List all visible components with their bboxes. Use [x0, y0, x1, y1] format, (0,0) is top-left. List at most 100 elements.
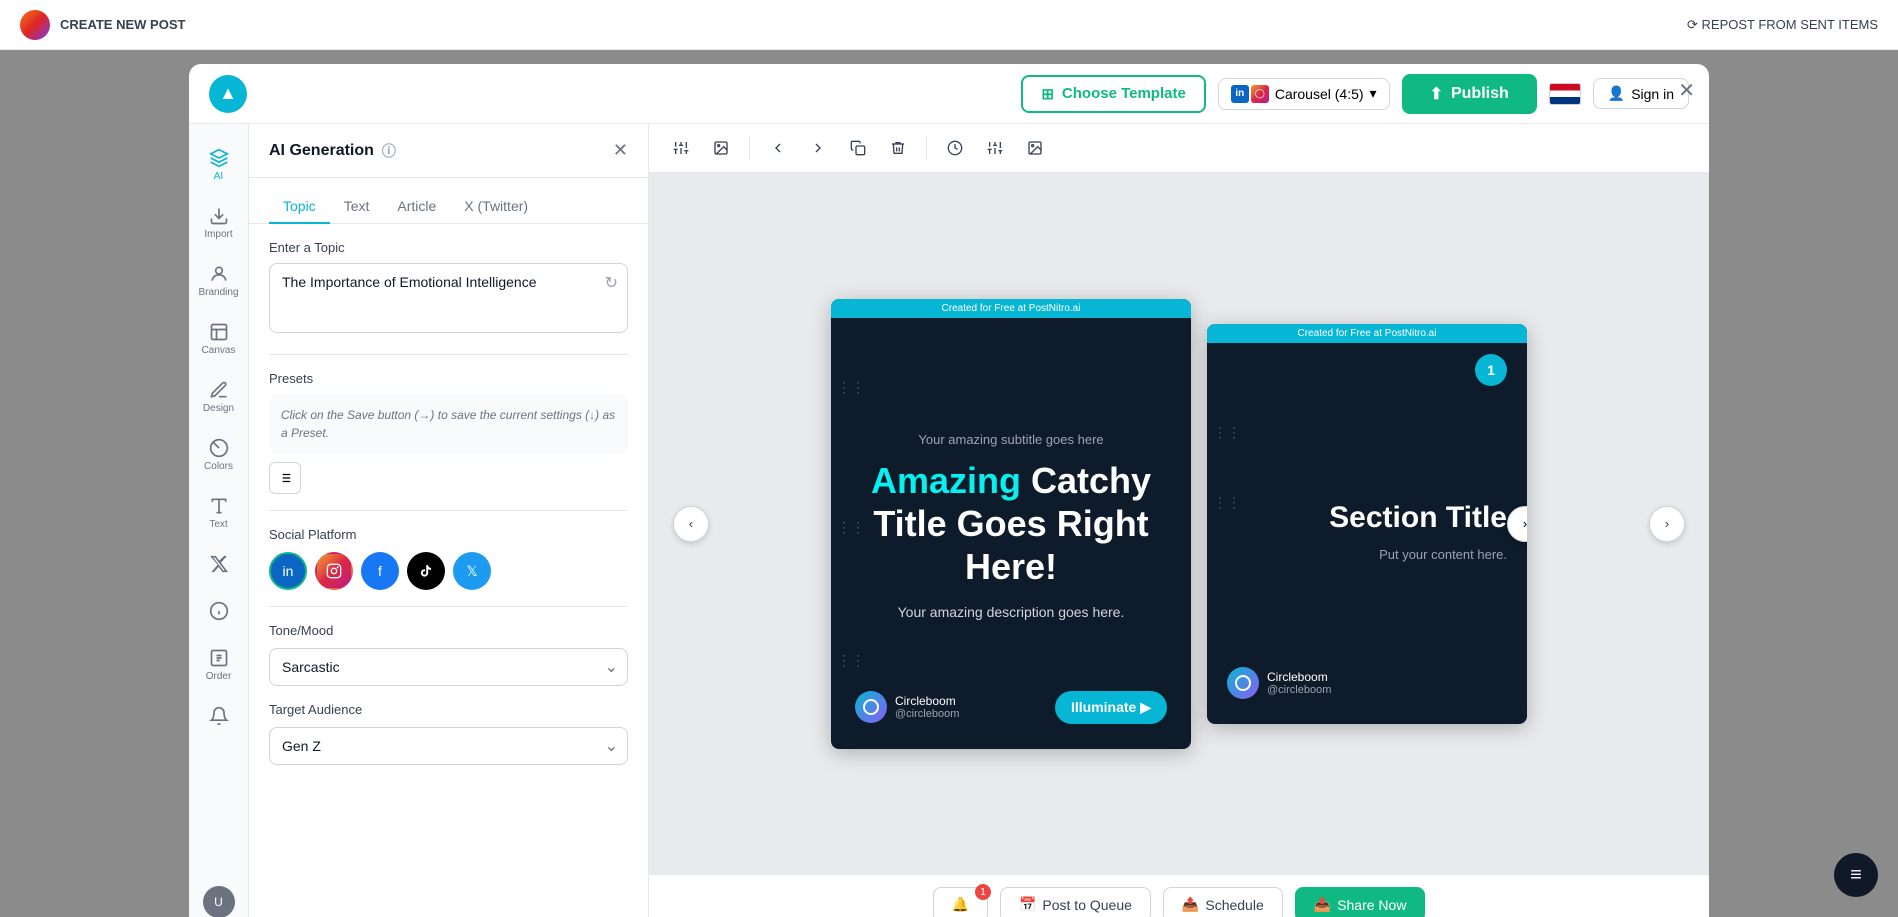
toolbar-settings-btn[interactable]: [979, 132, 1011, 164]
refresh-icon[interactable]: ↻: [605, 273, 618, 293]
topic-section: Enter a Topic ↻: [269, 240, 628, 338]
divider-1: [269, 354, 628, 355]
dot-handle-3[interactable]: ⋮⋮: [837, 652, 865, 669]
slide1-footer: Circleboom @circleboom Illuminate ▶: [855, 675, 1167, 724]
ai-panel-close[interactable]: ✕: [613, 140, 628, 161]
publish-icon: ⬆: [1430, 84, 1443, 104]
sidebar-item-info[interactable]: [193, 593, 245, 632]
brand-logo-inner-2: [1235, 675, 1251, 691]
slide-1[interactable]: Created for Free at PostNitro.ai ⋮⋮ Your…: [831, 299, 1191, 749]
tab-text[interactable]: Text: [330, 190, 384, 224]
toolbar-copy-btn[interactable]: [842, 132, 874, 164]
signin-button[interactable]: 👤 Sign in: [1593, 78, 1689, 109]
toolbar-image-btn[interactable]: [705, 132, 737, 164]
social-btn-tiktok[interactable]: [407, 552, 445, 590]
publish-button[interactable]: ⬆ Publish: [1402, 74, 1537, 114]
sidebar-order-label: Order: [206, 671, 232, 682]
slide1-title-colored: Amazing: [871, 460, 1021, 501]
user-icon: 👤: [1608, 85, 1625, 102]
dot-handle-1[interactable]: ⋮⋮: [837, 379, 865, 396]
slide2-brand: Circleboom @circleboom: [1227, 667, 1331, 699]
choose-template-button[interactable]: ⊞ Choose Template: [1021, 75, 1206, 113]
sidebar-item-design[interactable]: Design: [193, 372, 245, 422]
sidebar-item-text[interactable]: Text: [193, 488, 245, 538]
sidebar-item-canvas[interactable]: Canvas: [193, 314, 245, 364]
close-button[interactable]: ✕: [1678, 78, 1695, 103]
dot-handle-2[interactable]: ⋮⋮: [837, 519, 865, 536]
slide1-brand: Circleboom @circleboom: [855, 691, 959, 723]
canvas-toolbar: [649, 124, 1709, 173]
queue-icon: 📅: [1019, 896, 1036, 913]
toolbar-divider-1: [749, 136, 750, 160]
sidebar-design-label: Design: [203, 403, 234, 414]
toolbar-sliders-btn[interactable]: [665, 132, 697, 164]
toolbar-arrow-right-btn[interactable]: [802, 132, 834, 164]
schedule-button[interactable]: 📤 Schedule: [1163, 887, 1283, 917]
tab-article[interactable]: Article: [383, 190, 450, 224]
chat-bubble[interactable]: ≡: [1834, 853, 1878, 897]
sidebar-item-branding[interactable]: Branding: [193, 256, 245, 306]
social-btn-linkedin[interactable]: in: [269, 552, 307, 590]
create-new-post-label: CREATE NEW POST: [60, 17, 185, 32]
repost-label: ⟳ REPOST FROM SENT ITEMS: [1687, 17, 1878, 33]
sidebar-import-label: Import: [204, 229, 232, 240]
audience-select[interactable]: Gen Z Millennials Gen X Boomers Everyone: [269, 727, 628, 765]
linkedin-platform-icon: in: [1231, 85, 1249, 103]
toolbar-clock-btn[interactable]: [939, 132, 971, 164]
audience-select-wrapper: Gen Z Millennials Gen X Boomers Everyone: [269, 727, 628, 765]
dot-handle-5[interactable]: ⋮⋮: [1213, 494, 1241, 511]
modal-header: ▲ ⊞ Choose Template in ◯ Carousel (4:5) …: [189, 64, 1709, 124]
illuminate-button[interactable]: Illuminate ▶: [1055, 691, 1167, 724]
topic-input[interactable]: [269, 263, 628, 333]
ai-panel-content: Enter a Topic ↻ Presets Click on the Sav…: [249, 224, 648, 917]
social-btn-twitter[interactable]: 𝕏: [453, 552, 491, 590]
choose-template-label: Choose Template: [1062, 85, 1186, 102]
schedule-label: Schedule: [1205, 897, 1263, 913]
publish-label: Publish: [1451, 85, 1509, 103]
enter-topic-label: Enter a Topic: [269, 240, 628, 255]
social-btn-facebook[interactable]: f: [361, 552, 399, 590]
target-audience-label: Target Audience: [269, 702, 628, 717]
slide-2[interactable]: Created for Free at PostNitro.ai 1 ⋮⋮ ⋮⋮…: [1207, 324, 1527, 724]
share-now-button[interactable]: 📤 Share Now: [1295, 887, 1426, 917]
post-to-queue-button[interactable]: 📅 Post to Queue: [1000, 887, 1151, 917]
toolbar-trash-btn[interactable]: [882, 132, 914, 164]
bottom-bar: 🔔 1 📅 Post to Queue 📤 Schedule 📤 Share N…: [649, 874, 1709, 917]
tab-x-twitter[interactable]: X (Twitter): [450, 190, 542, 224]
sidebar-item-colors[interactable]: Colors: [193, 430, 245, 480]
sidebar-canvas-label: Canvas: [202, 345, 236, 356]
social-platform-section: Social Platform in f 𝕏: [269, 527, 628, 590]
ai-panel-tabs: Topic Text Article X (Twitter): [249, 178, 648, 224]
tone-mood-section: Tone/Mood Sarcastic Professional Casual …: [269, 623, 628, 686]
sidebar-item-order[interactable]: Order: [193, 640, 245, 690]
target-audience-section: Target Audience Gen Z Millennials Gen X …: [269, 702, 628, 765]
brand-logo-1: [855, 691, 887, 723]
share-now-label: Share Now: [1337, 897, 1406, 913]
background-app-bar: CREATE NEW POST ⟳ REPOST FROM SENT ITEMS: [0, 0, 1898, 50]
chat-icon: ≡: [1850, 864, 1862, 887]
platform-selector[interactable]: in ◯ Carousel (4:5) ▾: [1218, 78, 1390, 110]
sidebar-item-import[interactable]: Import: [193, 198, 245, 248]
presets-hint: Click on the Save button (→) to save the…: [269, 394, 628, 454]
toolbar-arrow-left-btn[interactable]: [762, 132, 794, 164]
slide-nav-left-btn[interactable]: ‹: [673, 506, 709, 542]
notification-badge-btn[interactable]: 🔔 1: [933, 887, 988, 917]
presets-save-button[interactable]: [269, 462, 301, 494]
modal-body: AI Import Branding Canvas Design: [189, 124, 1709, 917]
tone-select[interactable]: Sarcastic Professional Casual Humorous I…: [269, 648, 628, 686]
sidebar-item-twitter[interactable]: [193, 546, 245, 585]
dot-handle-4[interactable]: ⋮⋮: [1213, 424, 1241, 441]
brand-handle-2: @circleboom: [1267, 684, 1331, 696]
brand-text-2: Circleboom @circleboom: [1267, 670, 1331, 696]
ai-title-text: AI Generation: [269, 142, 374, 160]
social-btn-instagram[interactable]: [315, 552, 353, 590]
toolbar-image2-btn[interactable]: [1019, 132, 1051, 164]
sidebar-item-ai[interactable]: AI: [193, 140, 245, 190]
header-logo: ▲: [209, 75, 247, 113]
slide-nav-right-btn[interactable]: ›: [1649, 506, 1685, 542]
tab-topic[interactable]: Topic: [269, 190, 330, 224]
sidebar-colors-label: Colors: [204, 461, 233, 472]
language-flag[interactable]: [1549, 83, 1581, 105]
sidebar-user-avatar[interactable]: U: [203, 886, 235, 917]
sidebar-item-notifications[interactable]: [193, 698, 245, 737]
